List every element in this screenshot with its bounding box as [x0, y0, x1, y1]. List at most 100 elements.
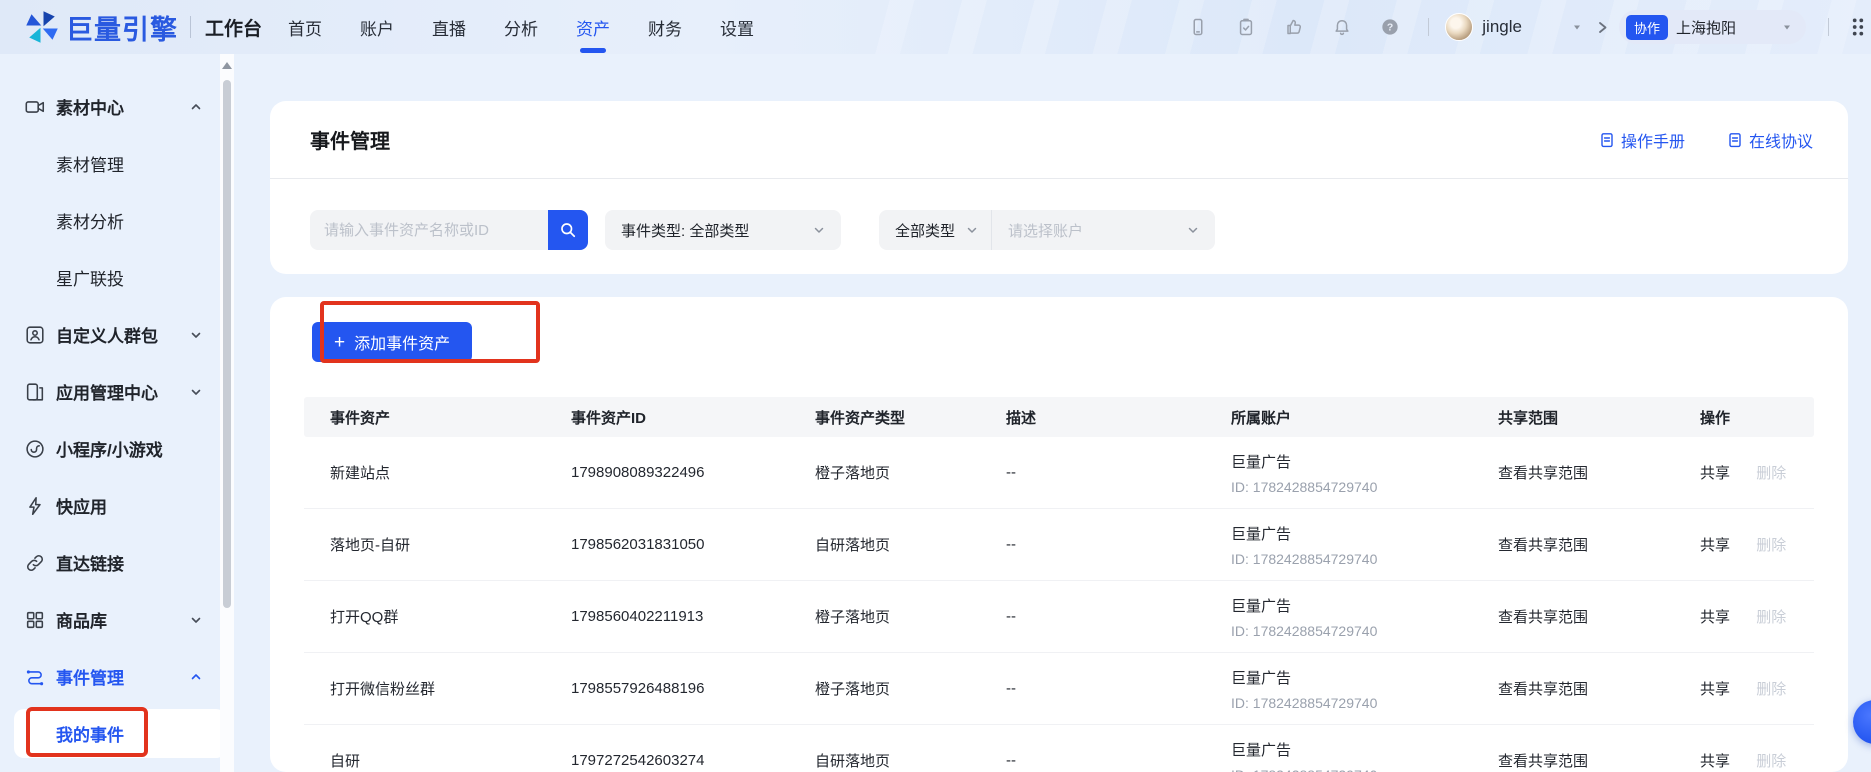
delete-action[interactable]: 删除 [1756, 681, 1786, 698]
col-header-account: 所属账户 [1205, 407, 1472, 428]
bell-icon[interactable] [1332, 17, 1352, 37]
share-action[interactable]: 共享 [1700, 753, 1730, 770]
account-id: ID: 1782428854729740 [1231, 551, 1472, 567]
account-name: 巨量广告 [1231, 451, 1472, 472]
sidebar-group-app-management[interactable]: 应用管理中心 [0, 363, 246, 420]
manual-link-label: 操作手册 [1621, 128, 1685, 152]
event-type-select[interactable]: 事件类型: 全部类型 [605, 210, 841, 250]
sidebar-item-material-analysis[interactable]: 素材分析 [0, 192, 246, 249]
link-icon [24, 552, 46, 574]
cell-asset-type: 橙子落地页 [789, 678, 980, 699]
sidebar-group-material-center[interactable]: 素材中心 [0, 78, 246, 135]
view-share-scope-link[interactable]: 查看共享范围 [1498, 609, 1588, 626]
sidebar-item-quickapp[interactable]: 快应用 [0, 477, 246, 534]
help-icon[interactable]: ? [1380, 17, 1400, 37]
sidebar-item-miniprogram[interactable]: 小程序/小游戏 [0, 420, 246, 477]
mobile-icon[interactable] [1188, 17, 1208, 37]
clipboard-check-icon[interactable] [1236, 17, 1256, 37]
sidebar-group-product-library[interactable]: 商品库 [0, 591, 246, 648]
sidebar-item-material-management[interactable]: 素材管理 [0, 135, 246, 192]
nav-item-live[interactable]: 直播 [432, 15, 466, 40]
delete-action[interactable]: 删除 [1756, 537, 1786, 554]
delete-action[interactable]: 删除 [1756, 753, 1786, 770]
sidebar-item-star-ad[interactable]: 星广联投 [0, 249, 246, 306]
nav-item-assets-active[interactable]: 资产 [576, 15, 610, 40]
header-links: 操作手册 在线协议 [1599, 128, 1813, 152]
app-center-icon [24, 381, 46, 403]
video-camera-icon [24, 96, 46, 118]
cell-description: -- [980, 752, 1205, 769]
nav-item-account[interactable]: 账户 [360, 15, 394, 40]
share-action[interactable]: 共享 [1700, 681, 1730, 698]
floating-assistant-button[interactable] [1853, 700, 1871, 744]
sidebar-label: 应用管理中心 [56, 379, 158, 404]
view-share-scope-link[interactable]: 查看共享范围 [1498, 537, 1588, 554]
chevron-down-icon [190, 329, 202, 341]
share-action[interactable]: 共享 [1700, 465, 1730, 482]
primary-nav: 首页 账户 直播 分析 资产 财务 设置 [288, 15, 754, 40]
sidebar-label: 商品库 [56, 607, 107, 632]
grid-icon [24, 609, 46, 631]
chevron-down-icon [813, 224, 825, 236]
document-icon [1727, 132, 1743, 148]
workspace-label[interactable]: 工作台 [205, 14, 262, 41]
col-header-asset-id: 事件资产ID [545, 407, 789, 428]
collab-account-selector[interactable]: 协作 上海抱阳 [1619, 10, 1806, 44]
cell-asset-name: 落地页-自研 [304, 534, 545, 555]
user-name[interactable]: jingle [1482, 17, 1522, 37]
col-header-description: 描述 [980, 407, 1205, 428]
account-type-select[interactable]: 全部类型 [879, 210, 991, 250]
brand-logo-text: 巨量引擎 [66, 8, 178, 47]
top-navigation-bar: 巨量引擎 工作台 首页 账户 直播 分析 资产 财务 设置 ? [0, 0, 1871, 54]
sidebar-item-my-events-selected[interactable]: 我的事件 [14, 709, 226, 758]
account-select-placeholder: 请选择账户 [1008, 220, 1083, 241]
agreement-link[interactable]: 在线协议 [1727, 128, 1813, 152]
view-share-scope-link[interactable]: 查看共享范围 [1498, 753, 1588, 770]
nav-item-finance[interactable]: 财务 [648, 15, 682, 40]
col-header-asset: 事件资产 [304, 407, 545, 428]
sidebar-group-custom-audience[interactable]: 自定义人群包 [0, 306, 246, 363]
scrollbar-thumb[interactable] [223, 80, 231, 608]
sidebar-scrollbar[interactable] [220, 54, 234, 772]
apps-grid-menu-icon[interactable] [1845, 16, 1871, 38]
account-select[interactable]: 请选择账户 [992, 210, 1215, 250]
view-share-scope-link[interactable]: 查看共享范围 [1498, 681, 1588, 698]
share-action[interactable]: 共享 [1700, 537, 1730, 554]
nav-item-analysis[interactable]: 分析 [504, 15, 538, 40]
col-header-share-scope: 共享范围 [1472, 407, 1674, 428]
chevron-right-icon[interactable] [1596, 21, 1609, 34]
view-share-scope-link[interactable]: 查看共享范围 [1498, 465, 1588, 482]
route-icon [24, 666, 46, 688]
manual-link[interactable]: 操作手册 [1599, 128, 1685, 152]
nav-item-home[interactable]: 首页 [288, 15, 322, 40]
search-input[interactable] [310, 210, 548, 250]
scrollbar-up-arrow[interactable] [222, 62, 232, 69]
cell-asset-type: 自研落地页 [789, 534, 980, 555]
chevron-up-icon [190, 101, 202, 113]
search-button[interactable] [548, 210, 588, 250]
delete-action[interactable]: 删除 [1756, 609, 1786, 626]
account-name: 巨量广告 [1231, 667, 1472, 688]
share-action[interactable]: 共享 [1700, 609, 1730, 626]
cell-asset-type: 橙子落地页 [789, 606, 980, 627]
cell-description: -- [980, 608, 1205, 625]
delete-action[interactable]: 删除 [1756, 465, 1786, 482]
account-filter-group: 全部类型 请选择账户 [879, 210, 1215, 250]
cell-asset-type: 橙子落地页 [789, 462, 980, 483]
nav-item-settings[interactable]: 设置 [720, 15, 754, 40]
topnav-right-tools: ? jingle 协作 上海抱阳 [1188, 0, 1871, 54]
collab-badge: 协作 [1626, 15, 1668, 40]
thumbs-up-icon[interactable] [1284, 17, 1304, 37]
sidebar: 素材中心 素材管理 素材分析 星广联投 自定义人群包 应用管理中心 [0, 54, 246, 772]
cell-asset-type: 自研落地页 [789, 750, 980, 771]
brand-logo[interactable]: 巨量引擎 工作台 [24, 8, 262, 47]
sidebar-group-event-management[interactable]: 事件管理 [0, 648, 246, 705]
add-event-asset-button[interactable]: + 添加事件资产 [312, 322, 472, 362]
cell-account: 巨量广告 ID: 1782428854729740 [1205, 451, 1472, 495]
cell-account: 巨量广告 ID: 1782428854729740 [1205, 739, 1472, 772]
cell-description: -- [980, 536, 1205, 553]
account-name: 巨量广告 [1231, 523, 1472, 544]
user-caret-down-icon[interactable] [1572, 22, 1582, 32]
user-avatar[interactable] [1445, 13, 1473, 41]
sidebar-item-direct-link[interactable]: 直达链接 [0, 534, 246, 591]
